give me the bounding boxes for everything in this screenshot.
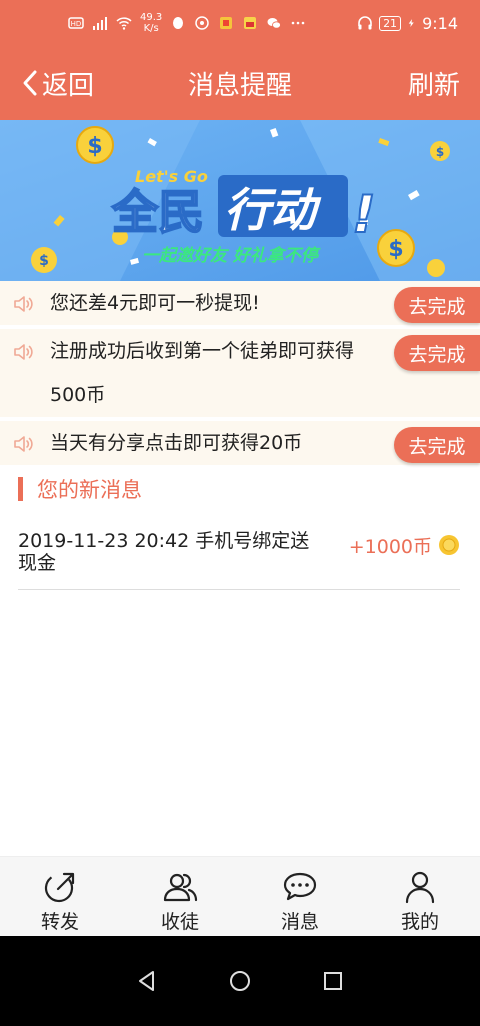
hd-icon: HD xyxy=(68,17,84,29)
clock: 9:14 xyxy=(422,13,458,33)
wifi-icon xyxy=(116,17,132,30)
recents-square-icon[interactable] xyxy=(321,969,345,993)
charging-icon xyxy=(408,19,414,27)
speaker-icon xyxy=(14,344,33,360)
amount-value: +1000币 xyxy=(348,535,432,558)
user-icon xyxy=(405,871,435,904)
svg-text:$: $ xyxy=(39,253,49,269)
status-left: HD 49.3 K/s xyxy=(68,12,306,34)
banner-headline-left: 全民 xyxy=(111,185,204,239)
complete-button[interactable]: 去完成 xyxy=(394,335,480,371)
tab-label: 我的 xyxy=(400,911,439,933)
users-icon xyxy=(163,873,198,902)
svg-text:$: $ xyxy=(388,237,403,262)
notice-text: 您还差4元即可一秒提现! xyxy=(50,292,260,314)
section-accent-bar xyxy=(18,477,23,501)
headphones-icon xyxy=(358,16,372,30)
share-icon xyxy=(44,872,75,903)
banner-headline-right: 行动 xyxy=(224,183,322,237)
app-notify-icon xyxy=(220,17,233,29)
battery-indicator: 21 xyxy=(379,15,402,31)
tab-recruit[interactable]: 收徒 xyxy=(120,857,240,936)
refresh-button[interactable]: 刷新 xyxy=(408,65,460,102)
notice-item: 您还差4元即可一秒提现! 去完成 xyxy=(0,281,480,325)
more-icon xyxy=(291,21,305,25)
message-amount: +1000币 xyxy=(349,524,460,566)
browser-icon xyxy=(195,16,210,30)
chevron-left-icon xyxy=(23,70,37,96)
section-header: 您的新消息 xyxy=(18,474,142,504)
speaker-icon xyxy=(14,436,33,452)
tab-label: 收徒 xyxy=(160,911,199,933)
system-nav-bar xyxy=(0,936,480,1026)
notice-list: 您还差4元即可一秒提现! 去完成 注册成功后收到第一个徒弟即可获得500币 去完… xyxy=(0,281,480,469)
tab-mine[interactable]: 我的 xyxy=(360,857,480,936)
notice-text: 注册成功后收到第一个徒弟即可获得500币 xyxy=(50,340,355,406)
speed-unit: K/s xyxy=(143,23,159,34)
status-bar: HD 49.3 K/s 21 9:14 xyxy=(0,0,480,46)
banner-exclaim: ! xyxy=(352,185,376,245)
speed-value: 49.3 xyxy=(140,12,163,23)
svg-text:$: $ xyxy=(87,134,102,159)
notice-item: 当天有分享点击即可获得20币 去完成 xyxy=(0,421,480,465)
banner-subtitle: 一起邀好友 好礼拿不停 xyxy=(142,245,321,266)
svg-text:$: $ xyxy=(436,145,444,159)
message-text: 2019-11-23 20:42 手机号绑定送现金 xyxy=(18,530,310,574)
banner-letsgo: Let's Go xyxy=(135,167,208,186)
network-speed: 49.3 K/s xyxy=(140,12,162,34)
chat-icon xyxy=(283,872,317,901)
signal-icon xyxy=(93,17,107,30)
message-row[interactable]: 2019-11-23 20:42 手机号绑定送现金 +1000币 xyxy=(18,530,460,590)
tab-label: 消息 xyxy=(280,911,319,933)
back-button[interactable]: 返回 xyxy=(20,65,94,102)
home-circle-icon[interactable] xyxy=(228,969,252,993)
back-triangle-icon[interactable] xyxy=(135,969,159,993)
qq-icon xyxy=(173,17,184,29)
complete-button[interactable]: 去完成 xyxy=(394,427,480,463)
speaker-icon xyxy=(14,296,33,312)
promo-banner[interactable]: $ $ $ $ Let's Go 全民 行动 ! 一起邀好友 好礼拿不停 xyxy=(0,120,480,281)
coin-icon xyxy=(439,535,459,555)
banner-artwork: $ $ $ $ Let's Go 全民 行动 ! 一起邀好友 好礼拿不停 xyxy=(0,120,480,281)
notice-item: 注册成功后收到第一个徒弟即可获得500币 去完成 xyxy=(0,329,480,417)
bottom-tab-bar: 转发 收徒 消息 我的 xyxy=(0,856,480,936)
app-notify-icon-2 xyxy=(244,17,257,29)
complete-button[interactable]: 去完成 xyxy=(394,287,480,323)
back-label: 返回 xyxy=(42,70,95,101)
wechat-icon xyxy=(267,18,282,29)
top-nav-bar: 返回 消息提醒 刷新 xyxy=(0,46,480,120)
tab-messages[interactable]: 消息 xyxy=(240,857,360,936)
tab-share[interactable]: 转发 xyxy=(0,857,120,936)
notice-text: 当天有分享点击即可获得20币 xyxy=(50,432,303,454)
status-right: 21 9:14 xyxy=(357,14,458,33)
svg-text:HD: HD xyxy=(71,20,82,28)
tab-label: 转发 xyxy=(40,911,79,933)
section-title: 您的新消息 xyxy=(37,478,142,502)
